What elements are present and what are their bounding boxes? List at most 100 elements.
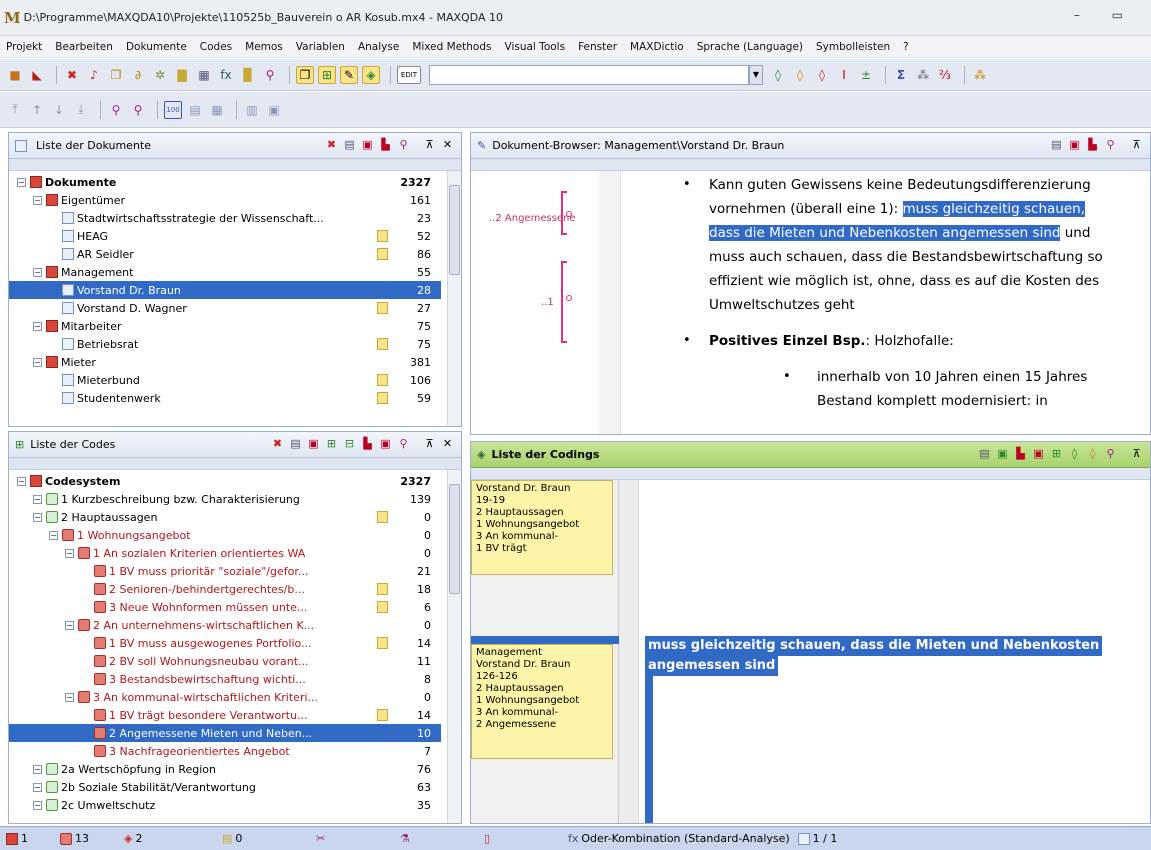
memo-icon[interactable] — [377, 248, 388, 260]
export-icon[interactable]: ▣ — [995, 446, 1010, 461]
document-row[interactable]: Mieterbund 106 — [9, 371, 441, 389]
code-row[interactable]: − Codesystem 2327 — [9, 472, 441, 490]
document-text[interactable]: 126•Kann guten Gewissens keine Bedeutung… — [621, 171, 1135, 434]
code-icon-3[interactable]: ◊ — [813, 66, 831, 84]
dict-icon[interactable]: ⅔ — [936, 66, 954, 84]
activation-icon[interactable]: ▯ — [484, 832, 564, 845]
memo-icon[interactable]: ▙ — [1013, 446, 1028, 461]
code-row[interactable]: 2 BV soll Wohnungsneubau vorant... 11 — [9, 652, 441, 670]
code-row[interactable]: − 2 Hauptaussagen 0 — [9, 508, 441, 526]
memo-icon[interactable]: ▙ — [378, 137, 393, 152]
retrieve-icon[interactable]: ♪ — [85, 66, 103, 84]
memo-icon[interactable] — [377, 338, 388, 350]
status-memos[interactable]: ▤ 0 — [222, 832, 312, 845]
code-icon-2[interactable]: ◊ — [791, 66, 809, 84]
search-icon[interactable]: ⚲ — [1103, 137, 1118, 152]
menu-item-13[interactable]: ? — [903, 41, 909, 53]
pin-icon[interactable]: ⊼ — [422, 137, 437, 152]
codings-window-icon[interactable]: ◈ — [362, 65, 380, 84]
menu-item-1[interactable]: Bearbeiten — [55, 41, 113, 53]
move-down-icon[interactable]: ↓ — [50, 101, 68, 119]
export-2-icon[interactable]: ▣ — [378, 436, 393, 451]
pin-icon[interactable]: ⊼ — [1129, 137, 1144, 152]
status-analysis[interactable]: fx Oder-Kombination (Standard-Analyse) — [568, 832, 790, 845]
move-up-icon[interactable]: ↑ — [28, 101, 46, 119]
code-row[interactable]: − 1 Kurzbeschreibung bzw. Charakterisieru… — [9, 490, 441, 508]
close-icon[interactable]: ✕ — [440, 436, 455, 451]
chevron-down-icon[interactable]: ▼ — [749, 64, 763, 85]
coding-label-1[interactable]: ..1 — [541, 297, 554, 308]
expand-toggle-icon[interactable]: − — [33, 195, 42, 205]
menu-item-3[interactable]: Codes — [200, 41, 232, 53]
expand-toggle-icon[interactable]: − — [49, 530, 58, 540]
code-2-icon[interactable]: ⊟ — [342, 436, 357, 451]
document-row[interactable]: HEAG 52 — [9, 227, 441, 245]
doc-window-icon[interactable]: ❐ — [296, 65, 314, 84]
expand-toggle-icon[interactable]: − — [33, 764, 42, 774]
window-controls[interactable]: – ▭ — [1074, 8, 1137, 22]
open-project-icon[interactable]: ■ — [6, 66, 24, 84]
document-row[interactable]: Vorstand D. Wagner 27 — [9, 299, 441, 317]
expand-toggle-icon[interactable]: − — [33, 494, 42, 504]
expand-toggle-icon[interactable]: − — [65, 548, 74, 558]
document-row[interactable]: Betriebsrat 75 — [9, 335, 441, 353]
print-icon[interactable]: ▤ — [342, 137, 357, 152]
document-row[interactable]: − Management 55 — [9, 263, 441, 281]
memo-icon[interactable] — [377, 637, 388, 649]
weight-icon[interactable]: ◊ — [1067, 446, 1082, 461]
code-window-icon[interactable]: ⊞ — [318, 65, 336, 84]
expand-toggle-icon[interactable]: − — [33, 782, 42, 792]
copy-icon[interactable]: ❐ — [107, 66, 125, 84]
layout-3-icon[interactable]: ▥ — [243, 101, 261, 119]
code-row[interactable]: 3 Bestandsbewirtschaftung wichti... 8 — [9, 670, 441, 688]
code-row[interactable]: − 3 An kommunal-wirtschaftlichen Kriteri.… — [9, 688, 441, 706]
function-icon[interactable]: fx — [217, 66, 235, 84]
print-icon[interactable]: ▤ — [1049, 137, 1064, 152]
memo-icon[interactable]: ▙ — [1085, 137, 1100, 152]
code-row[interactable]: 1 BV trägt besondere Verantwortu... 14 — [9, 706, 441, 724]
menu-item-12[interactable]: Symbolleisten — [816, 41, 890, 53]
layout-4-icon[interactable]: ▣ — [265, 101, 283, 119]
search-icon[interactable]: ⚲ — [396, 137, 411, 152]
strike-icon[interactable]: ± — [857, 66, 875, 84]
code-row[interactable]: 3 Nachfrageorientiertes Angebot 7 — [9, 742, 441, 760]
document-row[interactable]: Studentenwerk 59 — [9, 389, 441, 407]
document-row[interactable]: − Mieter 381 — [9, 353, 441, 371]
table-icon[interactable]: ▦ — [195, 66, 213, 84]
menu-item-7[interactable]: Mixed Methods — [412, 41, 491, 53]
menu-item-5[interactable]: Variablen — [296, 41, 345, 53]
move-top-icon[interactable]: ⤒ — [6, 101, 24, 119]
code-row[interactable]: − 2b Soziale Stabilität/Verantwortung 63 — [9, 778, 441, 796]
weight-2-icon[interactable]: ◊ — [1085, 446, 1100, 461]
network-icon[interactable]: ✲ — [151, 66, 169, 84]
delete-icon[interactable]: ✖ — [270, 436, 285, 451]
browser-window-icon[interactable]: ✎ — [340, 65, 358, 84]
edit-icon[interactable]: EDIT — [397, 65, 421, 84]
expand-toggle-icon[interactable]: − — [33, 800, 42, 810]
status-sets[interactable]: ◈ 2 — [124, 832, 218, 845]
menu-item-9[interactable]: Fenster — [578, 41, 617, 53]
memo-icon[interactable] — [377, 392, 388, 404]
code-icon-1[interactable]: ◊ — [769, 66, 787, 84]
layout-2-icon[interactable]: ▦ — [208, 101, 226, 119]
code-row[interactable]: − 2 An unternehmens-wirtschaftlichen K...… — [9, 616, 441, 634]
document-row[interactable]: − Eigentümer 161 — [9, 191, 441, 209]
translate-icon[interactable]: ⁂ — [914, 66, 932, 84]
code-icon[interactable]: ⊞ — [1049, 446, 1064, 461]
code-row[interactable]: − 2c Umweltschutz 35 — [9, 796, 441, 814]
link-icon[interactable]: ∂ — [129, 66, 147, 84]
move-bottom-icon[interactable]: ⤓ — [72, 101, 90, 119]
zoom-in-icon[interactable]: ⚲ — [107, 101, 125, 119]
documents-scrollbar[interactable] — [447, 171, 461, 426]
delete-codings-icon[interactable]: ✖ — [63, 66, 81, 84]
coding-info-box-selected[interactable]: Management Vorstand Dr. Braun 126-126 2 Hau… — [471, 644, 613, 759]
menu-item-11[interactable]: Sprache (Language) — [697, 41, 803, 53]
document-row[interactable]: − Mitarbeiter 75 — [9, 317, 441, 335]
code-row[interactable]: 2 Senioren-/behindertgerechtes/b... 18 — [9, 580, 441, 598]
pin-icon[interactable]: ⊼ — [422, 436, 437, 451]
close-project-icon[interactable]: ◣ — [28, 66, 46, 84]
expand-toggle-icon[interactable]: − — [17, 177, 26, 187]
code-row[interactable]: − 1 An sozialen Kriterien orientiertes WA… — [9, 544, 441, 562]
expand-toggle-icon[interactable]: − — [65, 692, 74, 702]
search-icon[interactable]: ⚲ — [396, 436, 411, 451]
